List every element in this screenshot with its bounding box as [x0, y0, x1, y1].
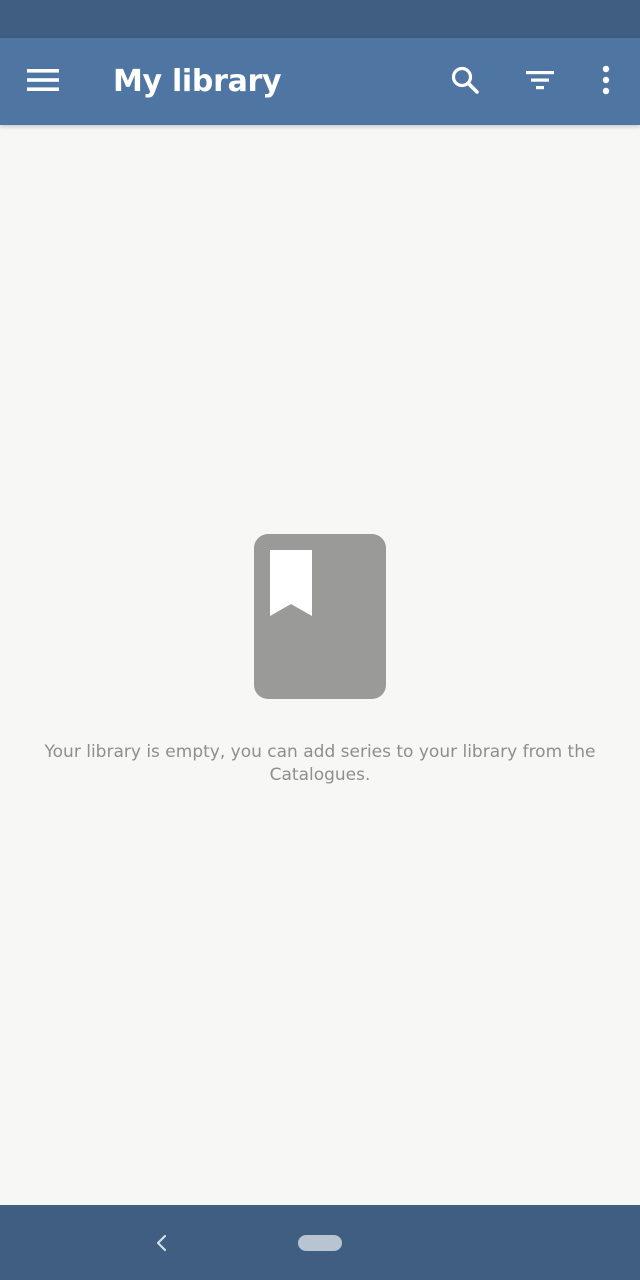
empty-library-message: Your library is empty, you can add serie… — [44, 742, 596, 785]
page-title: My library — [113, 64, 282, 99]
home-pill-icon[interactable] — [298, 1235, 342, 1251]
status-bar — [0, 0, 640, 38]
search-button[interactable] — [441, 56, 489, 104]
search-icon — [451, 66, 479, 94]
system-navigation-bar — [0, 1205, 640, 1280]
library-content: Your library is empty, you can add serie… — [0, 125, 640, 1205]
back-button[interactable] — [148, 1229, 176, 1257]
more-vert-icon — [602, 65, 610, 95]
back-chevron-icon — [156, 1234, 167, 1252]
bookmarked-book-icon — [254, 534, 386, 699]
menu-icon — [27, 69, 59, 91]
filter-button[interactable] — [516, 56, 564, 104]
more-options-button[interactable] — [582, 56, 630, 104]
menu-button[interactable] — [19, 56, 67, 104]
app-bar: My library — [0, 38, 640, 125]
filter-icon — [526, 71, 554, 90]
